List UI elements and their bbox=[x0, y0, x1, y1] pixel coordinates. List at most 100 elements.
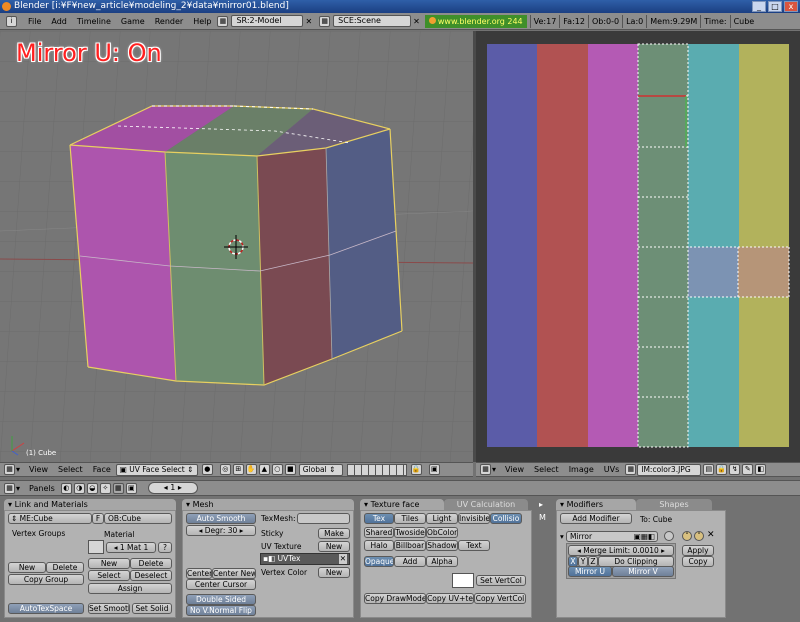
hand-icon[interactable]: ✋ bbox=[245, 464, 257, 475]
vertcol-color-swatch[interactable] bbox=[452, 573, 474, 588]
tf-add-button[interactable]: Add bbox=[394, 556, 426, 567]
material-index-field[interactable]: ◂ 1 Mat 1 bbox=[106, 542, 156, 553]
mesh-panel-header[interactable]: ▾ Mesh bbox=[182, 499, 354, 510]
editor-type-icon[interactable]: ▦ bbox=[4, 464, 15, 475]
image-name-field[interactable]: IM:color3.JPG bbox=[637, 463, 702, 476]
draw-type-icon[interactable]: ● bbox=[201, 464, 213, 475]
modifier-expand-icon[interactable]: ▾ bbox=[560, 532, 564, 541]
copy-vertcol-button[interactable]: Copy VertCol bbox=[474, 593, 526, 604]
material-color-swatch[interactable] bbox=[88, 540, 104, 554]
center-new-button[interactable]: Center New bbox=[212, 568, 256, 579]
uv-menu-uvs[interactable]: UVs bbox=[599, 465, 625, 474]
material-new-button[interactable]: New bbox=[88, 558, 130, 569]
menu-view[interactable]: View bbox=[24, 465, 53, 474]
lock-icon[interactable]: 🔒 bbox=[410, 464, 422, 475]
tf-billboard-button[interactable]: Billboar bbox=[394, 540, 426, 551]
paint-icon[interactable]: ✎ bbox=[742, 464, 754, 475]
copy-drawmode-button[interactable]: Copy DrawMode bbox=[364, 593, 426, 604]
tf-tiles-button[interactable]: Tiles bbox=[394, 513, 426, 524]
tf-tex-button[interactable]: Tex bbox=[364, 513, 394, 524]
texmesh-field[interactable] bbox=[297, 513, 350, 524]
rotate-icon[interactable]: ○ bbox=[271, 464, 283, 475]
degr-field[interactable]: ◂ Degr: 30 ▸ bbox=[186, 525, 256, 536]
mirror-v-button[interactable]: Mirror V bbox=[612, 566, 674, 577]
copy-modifier-button[interactable]: Copy bbox=[682, 556, 714, 567]
merge-limit-field[interactable]: ◂ Merge Limit: 0.0010 ▸ bbox=[568, 545, 674, 556]
orientation-dropdown[interactable]: Global ⇕ bbox=[298, 463, 343, 476]
tf-obcolor-button[interactable]: ObColor bbox=[426, 527, 458, 538]
auto-smooth-button[interactable]: Auto Smooth bbox=[186, 513, 256, 524]
material-delete-button[interactable]: Delete bbox=[130, 558, 172, 569]
sync-icon[interactable]: ↯ bbox=[729, 464, 741, 475]
menu-game[interactable]: Game bbox=[116, 17, 150, 26]
layer-buttons[interactable] bbox=[346, 463, 407, 476]
vgroup-new-button[interactable]: New bbox=[8, 562, 46, 573]
tf-twoside-button[interactable]: Twoside bbox=[394, 527, 426, 538]
set-solid-button[interactable]: Set Solid bbox=[132, 603, 172, 614]
info-window-icon[interactable]: i bbox=[6, 15, 17, 27]
scene-close-icon[interactable]: ✕ bbox=[413, 17, 420, 26]
mode-dropdown[interactable]: ▣ UV Face Select ⇕ bbox=[115, 463, 198, 476]
maximize-button[interactable]: □ bbox=[768, 1, 782, 12]
menu-file[interactable]: File bbox=[18, 17, 46, 26]
uv-menu-view[interactable]: View bbox=[500, 465, 529, 474]
uv-editor-type-icon[interactable]: ▦ bbox=[480, 464, 491, 475]
widget-toggle-icon[interactable]: ⊞ bbox=[232, 464, 244, 475]
menu-select[interactable]: Select bbox=[53, 465, 88, 474]
move-modifier-up-icon[interactable]: ˄ bbox=[682, 531, 692, 541]
object-datablock-field[interactable]: OB:Cube bbox=[104, 513, 172, 524]
tf-collision-button[interactable]: Collisio bbox=[490, 513, 522, 524]
vgroup-delete-button[interactable]: Delete bbox=[46, 562, 84, 573]
translate-icon[interactable]: ▲ bbox=[258, 464, 270, 475]
script-context-icon[interactable]: ◑ bbox=[73, 482, 85, 494]
menu-help[interactable]: Help bbox=[188, 17, 216, 26]
lock-uv-icon[interactable]: 🔒 bbox=[716, 464, 728, 475]
uv-menu-select[interactable]: Select bbox=[529, 465, 564, 474]
tf-halo-button[interactable]: Halo bbox=[364, 540, 394, 551]
center-cursor-button[interactable]: Center Cursor bbox=[186, 579, 256, 590]
collapse-arrow-icon[interactable]: ▾ bbox=[16, 465, 20, 474]
shading-context-icon[interactable]: ◒ bbox=[86, 482, 98, 494]
uv-menu-image[interactable]: Image bbox=[564, 465, 599, 474]
panel-arrow-icon[interactable]: ▸ bbox=[539, 500, 543, 509]
pack-image-icon[interactable]: ▤ bbox=[703, 464, 715, 475]
minimize-button[interactable]: _ bbox=[752, 1, 766, 12]
scale-icon[interactable]: ■ bbox=[284, 464, 296, 475]
double-sided-button[interactable]: Double Sided bbox=[186, 594, 256, 605]
menu-add[interactable]: Add bbox=[46, 17, 72, 26]
copy-group-button[interactable]: Copy Group bbox=[8, 574, 84, 585]
mirror-u-button[interactable]: Mirror U bbox=[568, 566, 612, 577]
3d-viewport[interactable]: Mirror U: On (1) Cube bbox=[0, 31, 473, 462]
editing-context-icon[interactable]: ▦ bbox=[112, 482, 124, 494]
copy-uvtex-button[interactable]: Copy UV+te bbox=[426, 593, 474, 604]
material-help-button[interactable]: ? bbox=[158, 542, 172, 553]
screen-browse-icon[interactable]: ▦ bbox=[217, 15, 229, 27]
tf-opaque-button[interactable]: Opaque bbox=[364, 556, 394, 567]
tf-invisible-button[interactable]: Invisible bbox=[458, 513, 490, 524]
view-icon[interactable]: ◧ bbox=[755, 464, 767, 475]
no-vnormal-flip-button[interactable]: No V.Normal Flip bbox=[186, 605, 256, 616]
uv-texture-new-button[interactable]: New bbox=[318, 541, 350, 552]
vertex-color-new-button[interactable]: New bbox=[318, 567, 350, 578]
tf-light-button[interactable]: Light bbox=[426, 513, 458, 524]
pivot-icon[interactable]: ◎ bbox=[219, 464, 231, 475]
object-context-icon[interactable]: ✧ bbox=[99, 482, 111, 494]
panels-label[interactable]: Panels bbox=[24, 484, 60, 493]
remove-modifier-icon[interactable]: ✕ bbox=[707, 530, 715, 540]
modifier-name-field[interactable]: Mirror ▣▦◧ bbox=[566, 531, 658, 542]
close-button[interactable]: x bbox=[784, 1, 798, 12]
material-select-button[interactable]: Select bbox=[88, 570, 130, 581]
material-assign-button[interactable]: Assign bbox=[88, 583, 172, 594]
menu-timeline[interactable]: Timeline bbox=[72, 17, 116, 26]
scene-field[interactable]: SCE:Scene bbox=[333, 15, 412, 27]
tab-uv-calculation[interactable]: UV Calculation bbox=[444, 499, 528, 510]
uvtex-delete-icon[interactable]: ✕ bbox=[338, 554, 347, 564]
mesh-datablock-field[interactable]: ⇕ ME:Cube bbox=[8, 513, 92, 524]
modifier-cage-icon[interactable] bbox=[664, 531, 674, 541]
viewport-canvas[interactable] bbox=[0, 31, 473, 462]
material-deselect-button[interactable]: Deselect bbox=[130, 570, 172, 581]
buttons-editor-type-icon[interactable]: ▦ bbox=[4, 482, 15, 494]
logic-context-icon[interactable]: ◐ bbox=[60, 482, 72, 494]
tf-text-button[interactable]: Text bbox=[458, 540, 490, 551]
modifier-display-icons[interactable]: ▣▦◧ bbox=[634, 532, 655, 541]
